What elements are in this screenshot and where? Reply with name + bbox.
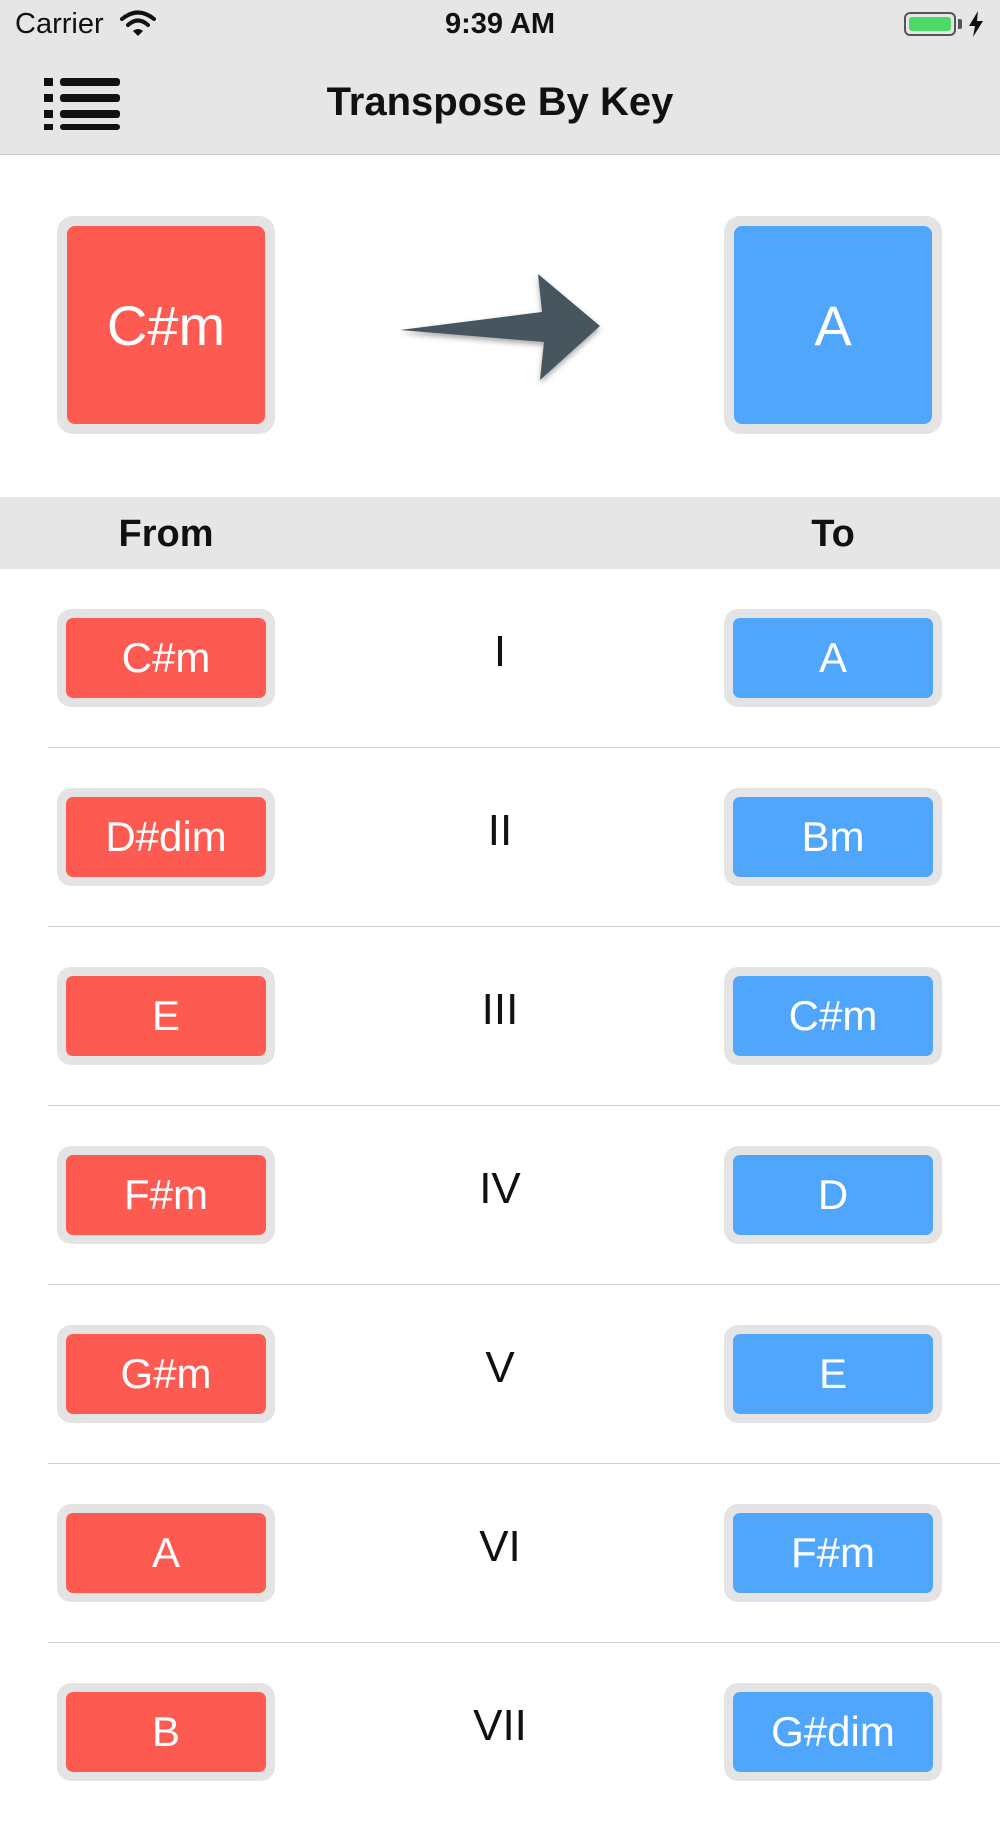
nav-bar: Transpose By Key <box>0 52 1000 155</box>
scale-degree: VII <box>473 1701 527 1750</box>
to-chord-button[interactable]: C#m <box>724 967 942 1065</box>
battery-cap <box>958 19 962 29</box>
status-time: 9:39 AM <box>444 8 556 40</box>
scale-degree: VI <box>479 1522 521 1571</box>
from-chord-button[interactable]: C#m <box>57 609 275 707</box>
chord-row: A VI F#m <box>0 1464 1000 1643</box>
to-chord-button[interactable]: A <box>724 609 942 707</box>
from-chord-label: B <box>66 1692 266 1772</box>
to-chord-label: A <box>733 618 933 698</box>
from-column-header: From <box>118 513 214 555</box>
to-key-label: A <box>734 226 932 424</box>
to-chord-label: F#m <box>733 1513 933 1593</box>
from-chord-button[interactable]: D#dim <box>57 788 275 886</box>
to-chord-button[interactable]: Bm <box>724 788 942 886</box>
from-chord-label: D#dim <box>66 797 266 877</box>
to-key-button[interactable]: A <box>724 216 942 434</box>
from-chord-button[interactable]: A <box>57 1504 275 1602</box>
to-chord-label: G#dim <box>733 1692 933 1772</box>
column-header: From To <box>0 497 1000 569</box>
from-chord-label: G#m <box>66 1334 266 1414</box>
to-chord-button[interactable]: D <box>724 1146 942 1244</box>
chord-row: C#m I A <box>0 569 1000 748</box>
from-chord-button[interactable]: B <box>57 1683 275 1781</box>
to-chord-button[interactable]: E <box>724 1325 942 1423</box>
to-chord-button[interactable]: F#m <box>724 1504 942 1602</box>
battery-icon <box>904 12 956 36</box>
to-chord-label: C#m <box>733 976 933 1056</box>
to-chord-label: D <box>733 1155 933 1235</box>
chord-row: E III C#m <box>0 927 1000 1106</box>
chord-row: F#m IV D <box>0 1106 1000 1285</box>
scale-degree: II <box>487 806 513 855</box>
arrow-right-icon <box>400 274 600 380</box>
from-chord-button[interactable]: E <box>57 967 275 1065</box>
from-key-label: C#m <box>67 226 265 424</box>
from-chord-label: E <box>66 976 266 1056</box>
scale-degree: IV <box>479 1164 521 1213</box>
scale-degree: III <box>481 985 519 1034</box>
to-chord-label: Bm <box>733 797 933 877</box>
charging-bolt-icon <box>969 11 983 37</box>
from-chord-button[interactable]: F#m <box>57 1146 275 1244</box>
to-chord-label: E <box>733 1334 933 1414</box>
to-chord-button[interactable]: G#dim <box>724 1683 942 1781</box>
chord-row: G#m V E <box>0 1285 1000 1464</box>
from-key-button[interactable]: C#m <box>57 216 275 434</box>
status-bar: Carrier 9:39 AM <box>0 0 1000 52</box>
to-column-header: To <box>811 513 855 555</box>
page-title: Transpose By Key <box>326 80 674 124</box>
chord-row: B VII G#dim <box>0 1643 1000 1822</box>
scale-degree: V <box>485 1343 515 1392</box>
from-chord-label: A <box>66 1513 266 1593</box>
scale-degree: I <box>493 627 507 676</box>
from-chord-button[interactable]: G#m <box>57 1325 275 1423</box>
from-chord-label: C#m <box>66 618 266 698</box>
chord-row: D#dim II Bm <box>0 748 1000 927</box>
from-chord-label: F#m <box>66 1155 266 1235</box>
